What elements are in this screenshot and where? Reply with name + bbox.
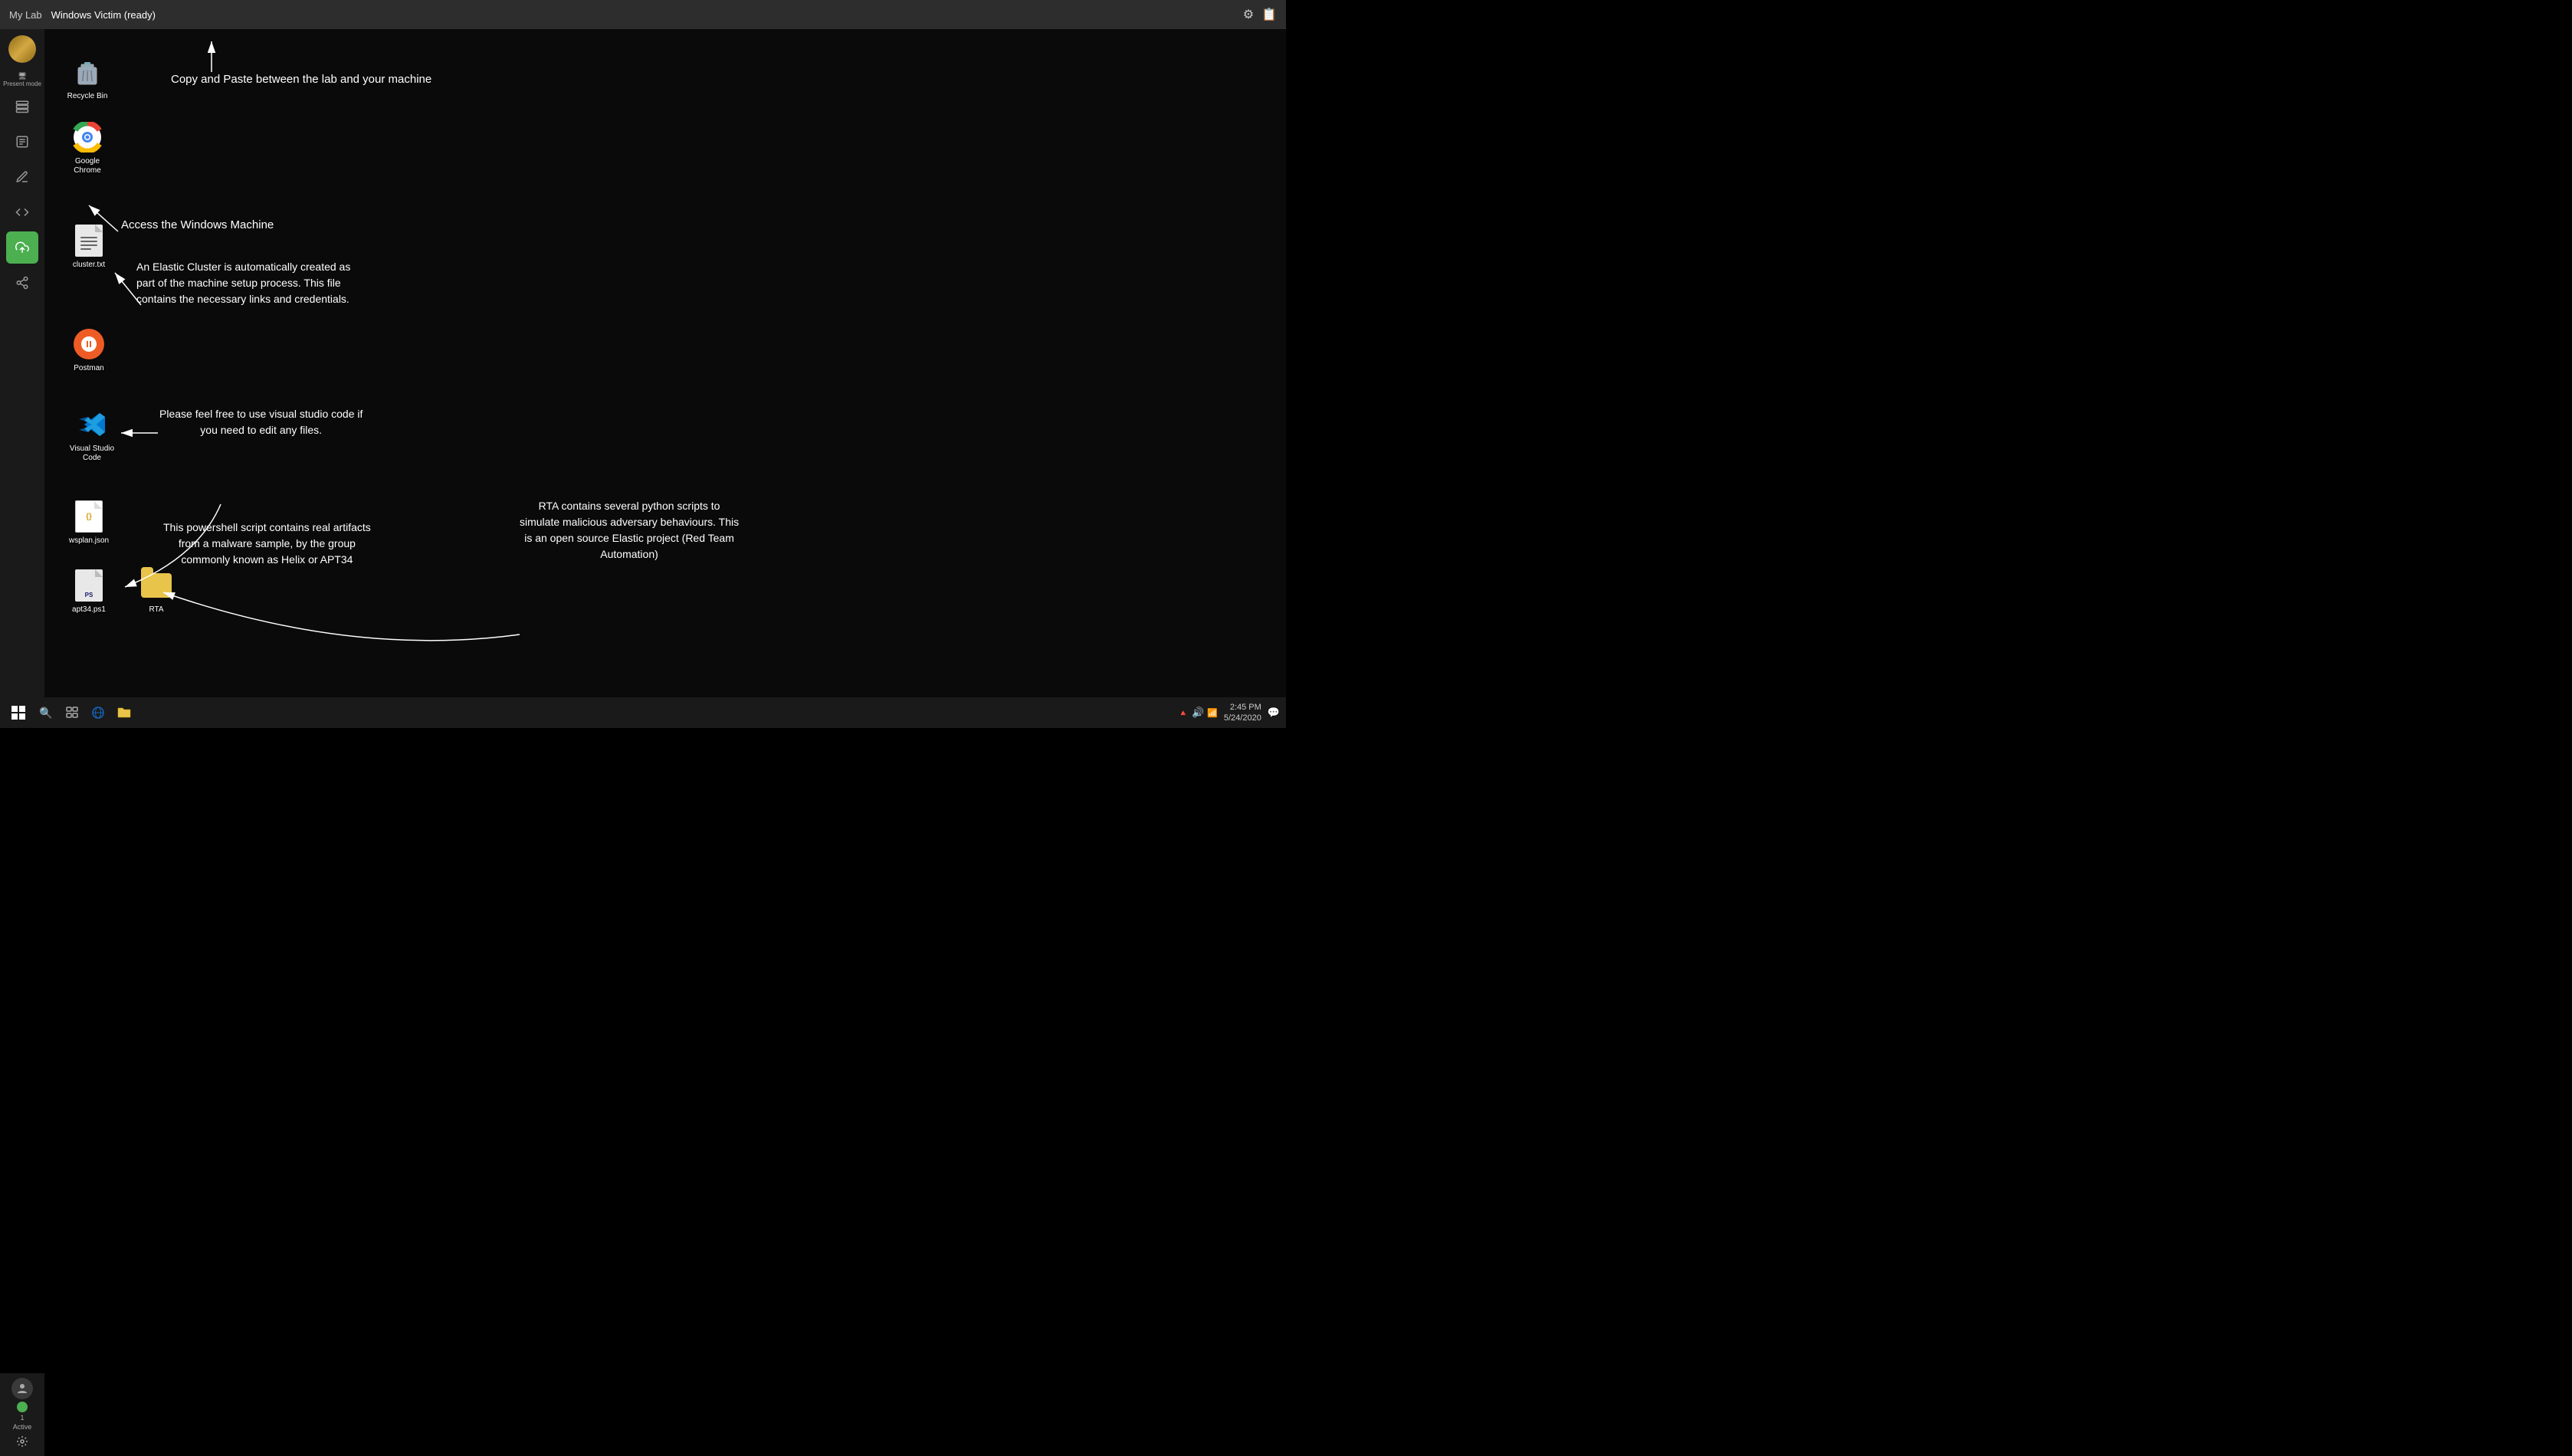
taskbar-ie-icon[interactable]: [87, 702, 109, 723]
desktop: Recycle Bin: [44, 29, 1286, 697]
sidebar-item-share[interactable]: [6, 267, 38, 299]
rta-label: RTA: [149, 605, 163, 615]
bottom-sidebar: 1 Active: [0, 1373, 44, 1456]
txt-lines: [80, 237, 97, 250]
rta-image: [139, 569, 173, 602]
desktop-icon-cluster-txt[interactable]: cluster.txt: [61, 221, 116, 273]
vscode-icon: [77, 409, 107, 440]
arrows-overlay: [44, 29, 1286, 697]
wsplan-json-label: wsplan.json: [69, 536, 109, 546]
powershell-annotation: This powershell script contains real art…: [163, 520, 371, 568]
chrome-label: Google Chrome: [63, 157, 112, 175]
taskbar-search-icon[interactable]: 🔍: [35, 702, 57, 723]
json-image: {}: [72, 500, 106, 533]
sidebar-item-pencil[interactable]: [6, 161, 38, 193]
sidebar-item-layers[interactable]: [6, 90, 38, 123]
taskbar-explorer-icon[interactable]: [113, 702, 135, 723]
taskbar-speaker-icon: 🔊: [1192, 707, 1204, 719]
desktop-icon-wsplan-json[interactable]: {} wsplan.json: [61, 497, 116, 549]
ps1-image: PS: [72, 569, 106, 602]
access-windows-text: Access the Windows Machine: [121, 218, 274, 231]
taskbar-task-view-icon[interactable]: [61, 702, 83, 723]
recycle-bin-image: [71, 55, 104, 89]
vscode-label: Visual StudioCode: [70, 444, 114, 463]
start-button[interactable]: [6, 700, 31, 725]
ps1-badge: PS: [85, 592, 93, 598]
rta-folder-icon: [141, 573, 172, 598]
app-sidebar: 🖥 Present mode: [0, 29, 44, 697]
sidebar-item-code[interactable]: [6, 196, 38, 228]
desktop-icon-apt34-ps1[interactable]: PS apt34.ps1: [61, 566, 116, 618]
copy-paste-text: Copy and Paste between the lab and your …: [171, 73, 431, 86]
present-mode-label: Present mode: [3, 80, 41, 87]
present-mode-icon: 🖥: [18, 72, 26, 80]
vscode-image: [75, 408, 109, 441]
rta-annotation: RTA contains several python scripts tosi…: [520, 498, 739, 562]
file-line-1: [80, 237, 97, 238]
clipboard-icon[interactable]: 📋: [1261, 7, 1277, 22]
file-line-3: [80, 244, 97, 246]
file-line-2: [80, 241, 97, 242]
taskbar-sys-icons: 🔺 🔊 📶: [1178, 707, 1218, 719]
sidebar-item-upload[interactable]: [6, 231, 38, 264]
active-count: 1: [20, 1414, 24, 1422]
taskbar: 🔍 🔺 🔊 📶 2:45 PM 5/24/2020 💬: [0, 697, 1286, 728]
sidebar-item-notes[interactable]: [6, 126, 38, 158]
top-bar: My Lab Windows Victim (ready) ⚙ 📋: [0, 0, 1286, 29]
chrome-image: [71, 120, 104, 154]
taskbar-network-icon: 📶: [1207, 708, 1218, 718]
active-label: Active: [13, 1423, 32, 1431]
file-line-4: [80, 248, 91, 250]
access-windows-annotation: Access the Windows Machine: [121, 217, 274, 234]
taskbar-date-display: 5/24/2020: [1224, 713, 1261, 723]
vscode-text: Please feel free to use visual studio co…: [159, 408, 363, 436]
elastic-cluster-annotation: An Elastic Cluster is automatically crea…: [136, 259, 350, 307]
copy-paste-annotation: Copy and Paste between the lab and your …: [171, 71, 431, 89]
json-file-icon: {}: [75, 500, 103, 533]
desktop-icon-vscode[interactable]: Visual StudioCode: [61, 405, 123, 466]
sidebar-item-present-mode[interactable]: 🖥 Present mode: [3, 72, 41, 87]
cluster-txt-image: [72, 224, 106, 257]
elastic-cluster-text: An Elastic Cluster is automatically crea…: [136, 261, 350, 305]
cluster-txt-label: cluster.txt: [73, 261, 105, 270]
user-icon-bottom[interactable]: [11, 1378, 33, 1399]
desktop-icon-google-chrome[interactable]: Google Chrome: [60, 117, 115, 179]
taskbar-tray-icon-1: 🔺: [1178, 708, 1189, 718]
settings-icon[interactable]: ⚙: [1243, 7, 1254, 22]
my-lab-label: My Lab: [9, 9, 42, 21]
ps1-file-icon: PS: [75, 569, 103, 602]
sidebar-settings-icon[interactable]: [16, 1435, 28, 1451]
avatar: [8, 35, 36, 63]
taskbar-right: 🔺 🔊 📶 2:45 PM 5/24/2020 💬: [1178, 702, 1280, 724]
taskbar-time-display: 2:45 PM: [1224, 702, 1261, 713]
main-layout: 🖥 Present mode: [0, 29, 1286, 697]
powershell-text: This powershell script contains real art…: [163, 521, 371, 566]
vm-title: Windows Victim (ready): [51, 9, 156, 21]
top-bar-icons: ⚙ 📋: [1243, 7, 1277, 22]
active-indicator-dot: [17, 1402, 28, 1412]
postman-label: Postman: [74, 364, 103, 373]
desktop-icon-recycle-bin[interactable]: Recycle Bin: [60, 52, 115, 104]
apt34-ps1-label: apt34.ps1: [72, 605, 106, 615]
postman-icon: [74, 329, 104, 359]
postman-image: [72, 327, 106, 361]
rta-text: RTA contains several python scripts tosi…: [520, 500, 739, 560]
desktop-icon-rta[interactable]: RTA: [129, 566, 184, 618]
taskbar-notification-icon[interactable]: 💬: [1268, 707, 1280, 719]
recycle-bin-label: Recycle Bin: [67, 92, 108, 101]
avatar-face: [8, 35, 36, 63]
vscode-annotation: Please feel free to use visual studio co…: [159, 406, 363, 438]
taskbar-clock: 2:45 PM 5/24/2020: [1224, 702, 1261, 724]
txt-file-icon: [75, 225, 103, 257]
desktop-icon-postman[interactable]: Postman: [61, 324, 116, 376]
